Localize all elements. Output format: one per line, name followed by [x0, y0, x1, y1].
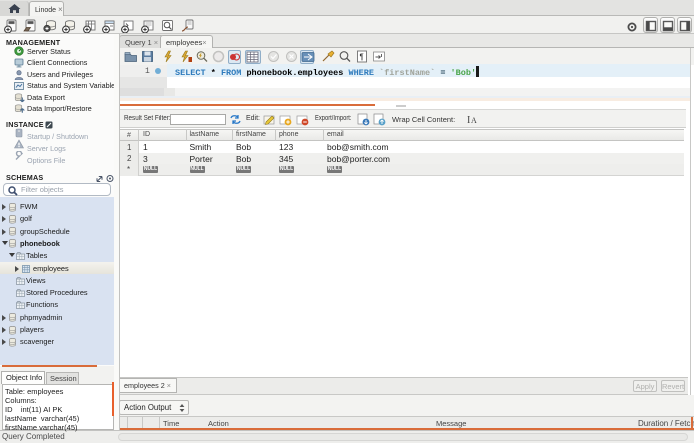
- svg-text:A: A: [471, 116, 477, 125]
- svg-text:¶: ¶: [360, 52, 364, 61]
- svg-text:I: I: [467, 115, 470, 125]
